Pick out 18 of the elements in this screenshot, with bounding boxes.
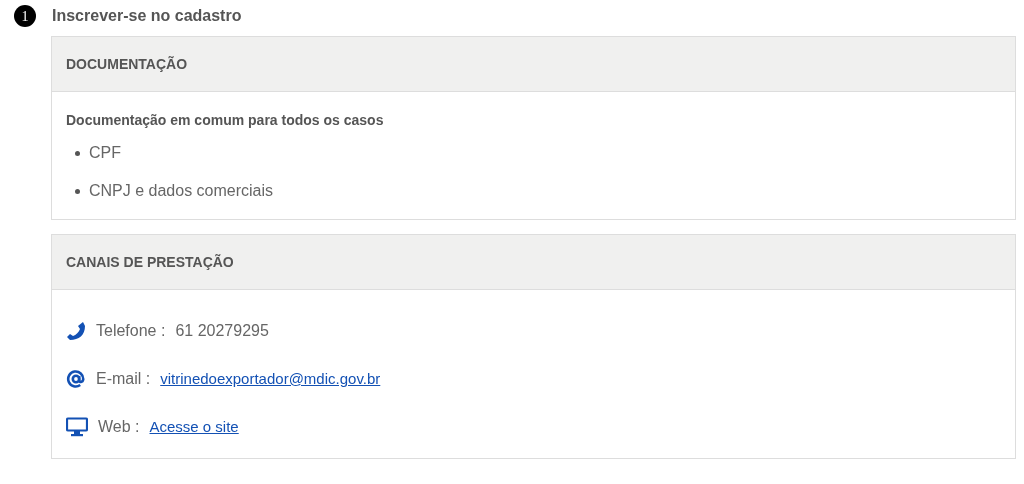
site-link[interactable]: Acesse o site bbox=[149, 415, 239, 439]
phone-icon bbox=[66, 321, 86, 341]
panel-heading: CANAIS DE PRESTAÇÃO bbox=[52, 235, 1015, 290]
email-link[interactable]: vitrinedoexportador@mdic.gov.br bbox=[160, 367, 381, 391]
channel-label: Telefone : bbox=[96, 321, 166, 341]
at-sign-icon bbox=[66, 369, 86, 389]
document-item: CPF bbox=[89, 143, 121, 163]
monitor-icon bbox=[66, 417, 88, 437]
document-item: CNPJ e dados comerciais bbox=[89, 181, 274, 201]
intro-text: Documentação em comum para todos os casos bbox=[66, 111, 385, 130]
bullet-icon bbox=[75, 150, 80, 156]
bullet-icon bbox=[75, 188, 80, 194]
channel-label: E-mail : bbox=[96, 369, 151, 389]
step-number-badge: 1 bbox=[14, 5, 36, 27]
channel-value: 61 20279295 bbox=[175, 321, 269, 341]
channel-label: Web : bbox=[98, 417, 140, 437]
panel-heading: DOCUMENTAÇÃO bbox=[52, 37, 1015, 92]
step-title: Inscrever-se no cadastro bbox=[52, 6, 242, 26]
